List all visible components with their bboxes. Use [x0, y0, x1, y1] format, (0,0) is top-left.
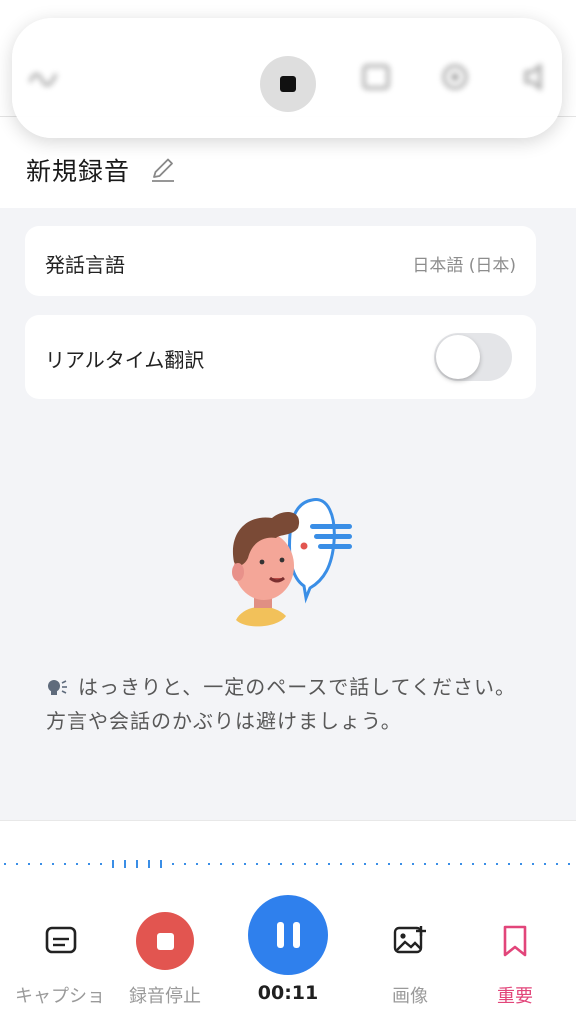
waveform-dot — [88, 863, 90, 865]
recording-title: 新規録音 — [26, 157, 131, 186]
waveform-dot — [316, 863, 318, 865]
waveform-dot — [352, 863, 354, 865]
caption-icon[interactable] — [45, 925, 77, 955]
waveform-icon — [28, 73, 58, 87]
mini-stop-button[interactable] — [260, 56, 316, 112]
waveform-dot — [196, 863, 198, 865]
waveform-dot — [148, 860, 150, 868]
waveform-dot — [232, 863, 234, 865]
speaking-icon — [48, 680, 67, 695]
waveform-dot — [556, 863, 558, 865]
waveform-dot — [460, 863, 462, 865]
waveform-dot — [40, 863, 42, 865]
realtime-translation-row: リアルタイム翻訳 — [25, 315, 536, 399]
waveform-dot — [268, 863, 270, 865]
waveform-dot — [4, 863, 6, 865]
settings-icon — [442, 64, 468, 90]
waveform-dot — [568, 863, 570, 865]
speech-language-value: 日本語 (日本) — [412, 256, 516, 276]
waveform-dot — [340, 863, 342, 865]
waveform-dot — [520, 863, 522, 865]
waveform-dot — [16, 863, 18, 865]
waveform-dot — [100, 863, 102, 865]
image-icon — [362, 64, 390, 90]
waveform-dot — [304, 863, 306, 865]
stop-recording-label[interactable]: 録音停止 — [115, 982, 215, 1008]
waveform-dot — [484, 863, 486, 865]
important-label[interactable]: 重要 — [475, 982, 555, 1008]
realtime-translation-label: リアルタイム翻訳 — [45, 348, 205, 372]
waveform-dot — [208, 863, 210, 865]
waveform-dot — [124, 860, 126, 868]
waveform-dot — [292, 863, 294, 865]
image-add-icon[interactable] — [393, 924, 427, 956]
waveform-dot — [448, 863, 450, 865]
waveform-dot — [328, 863, 330, 865]
pause-button[interactable] — [248, 895, 328, 975]
stop-icon — [156, 932, 174, 950]
waveform-dot — [172, 863, 174, 865]
speaking-tip: はっきりと、一定のペースで話してください。方言や会話のかぶりは避けましょう。 — [46, 670, 536, 738]
speech-language-label: 発話言語 — [45, 253, 125, 277]
waveform-dot — [136, 860, 138, 868]
stop-recording-button[interactable] — [136, 912, 194, 970]
edit-icon — [152, 158, 175, 182]
waveform-dot — [64, 863, 66, 865]
waveform-dot — [160, 860, 162, 868]
stop-icon — [280, 76, 296, 92]
waveform-dot — [280, 863, 282, 865]
waveform-dot — [256, 863, 258, 865]
waveform-dot — [76, 863, 78, 865]
bookmark-icon[interactable] — [500, 924, 530, 958]
waveform-dot — [28, 863, 30, 865]
image-label[interactable]: 画像 — [370, 982, 450, 1008]
waveform-dot — [436, 863, 438, 865]
speech-language-row[interactable]: 発話言語 日本語 (日本) — [25, 226, 536, 296]
floating-recording-bar[interactable] — [12, 18, 562, 138]
waveform-dot — [184, 863, 186, 865]
speaking-tip-text: はっきりと、一定のペースで話してください。方言や会話のかぶりは避けましょう。 — [46, 675, 516, 733]
speaker-icon — [524, 63, 542, 91]
realtime-translation-toggle[interactable] — [434, 333, 512, 381]
caption-label[interactable]: キャプショ — [10, 982, 110, 1008]
waveform-dot — [508, 863, 510, 865]
waveform-dot — [388, 863, 390, 865]
waveform-dot — [400, 863, 402, 865]
waveform-dot — [112, 860, 114, 868]
waveform-dot — [364, 863, 366, 865]
audio-waveform — [4, 860, 570, 868]
waveform-dot — [424, 863, 426, 865]
pause-icon-bar — [292, 922, 300, 948]
toggle-knob — [436, 335, 480, 379]
waveform-dot — [472, 863, 474, 865]
waveform-dot — [544, 863, 546, 865]
waveform-dot — [412, 863, 414, 865]
pause-icon — [276, 922, 284, 948]
recording-timer: 00:11 — [257, 982, 319, 1004]
waveform-dot — [532, 863, 534, 865]
recording-title-row: 新規録音 — [26, 150, 178, 190]
waveform-dot — [376, 863, 378, 865]
speaking-person-illustration — [232, 498, 352, 627]
waveform-dot — [244, 863, 246, 865]
edit-title-button[interactable] — [148, 155, 178, 185]
waveform-dot — [496, 863, 498, 865]
waveform-dot — [52, 863, 54, 865]
waveform-dot — [220, 863, 222, 865]
